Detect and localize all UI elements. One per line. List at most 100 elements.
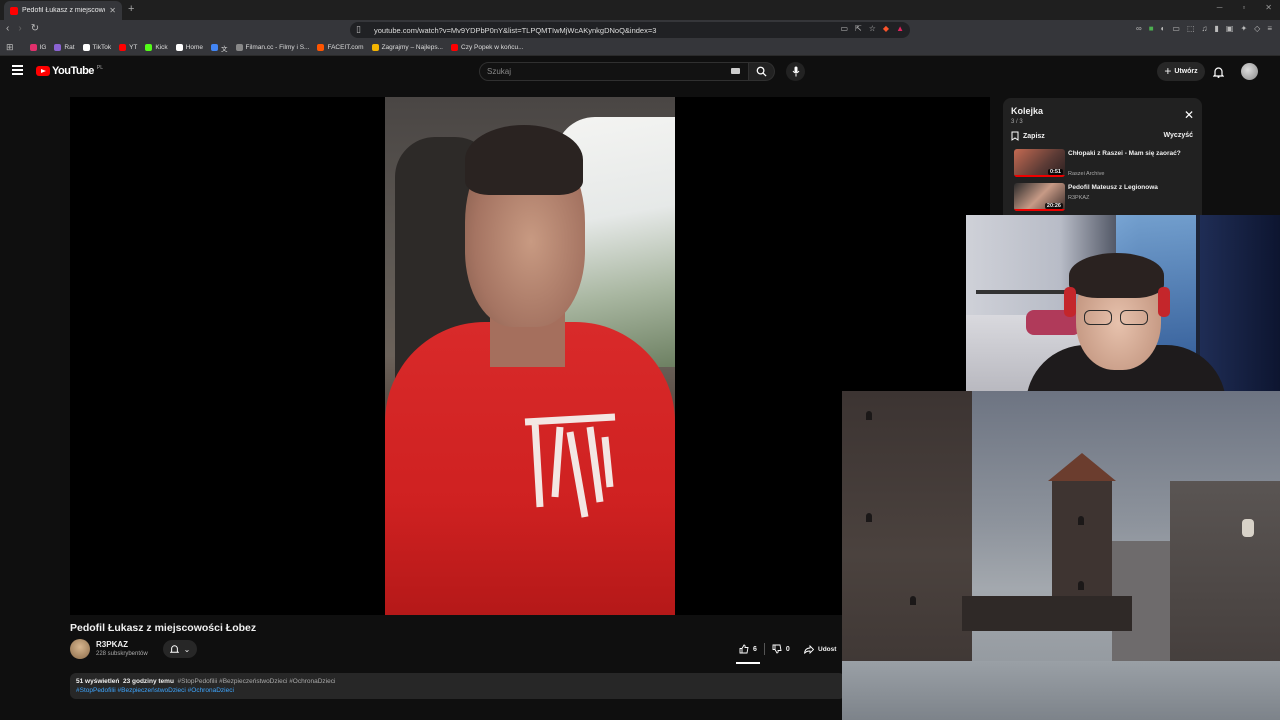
like-count: 6 [753,645,757,653]
bookmark-label: FACEIT.com [327,44,364,51]
music-icon[interactable]: ♫ [1202,24,1208,33]
logo-text: YouTube [52,65,94,77]
queue-item[interactable]: 0:51 Chłopaki z Raszei - Mam się zaorać?… [1014,149,1199,179]
watch-progress [1014,209,1065,211]
wallet-icon[interactable]: ▣ [1226,24,1234,33]
channel-avatar[interactable] [70,639,90,659]
tab-title: Pedofil Łukasz z miejscowości [22,7,105,14]
share-button[interactable]: Udost [804,640,836,658]
forward-icon[interactable]: › [18,23,21,34]
description-box[interactable]: 51 wyświetleń 23 godziny temu #StopPedof… [70,673,845,699]
extension-icon[interactable]: ■ [1149,24,1154,33]
youtube-header: YouTube PL + Utwórz [0,57,1280,87]
voice-search-button[interactable] [786,62,805,81]
queue-title: Kolejka [1011,106,1044,116]
close-icon[interactable]: ✕ [1184,108,1194,122]
building-window [910,596,916,605]
share-page-icon[interactable]: ⇱ [855,24,862,33]
bookmark-label: Rat [64,44,75,51]
new-tab-icon[interactable]: + [128,3,134,15]
address-bar[interactable]: ▯ youtube.com/watch?v=Mv9YDPbP0nY&list=T… [350,22,910,38]
bookmarks-bar: ⊞ IG Rat TikTok YT Kick Home 文 Filman.cc… [0,40,1280,56]
hair [465,125,583,195]
keyboard-icon[interactable] [731,68,740,74]
bookmark-label: YT [129,44,138,51]
back-icon[interactable]: ‹ [6,23,9,34]
faceit-icon [317,44,325,51]
alert-icon[interactable]: ▲ [896,24,904,33]
apps-grid-icon[interactable]: ⊞ [6,42,14,53]
tower-window [1078,516,1084,525]
subscription-bell-button[interactable]: ⌄ [163,640,197,658]
bell-icon [1212,67,1225,78]
close-window-icon[interactable]: ✕ [1265,3,1272,12]
maximize-icon[interactable]: ▫ [1242,3,1245,12]
minimize-icon[interactable]: ─ [1217,3,1223,12]
create-button[interactable]: + Utwórz [1157,62,1205,81]
clear-queue-button[interactable]: Wyczyść [1164,132,1193,139]
bookmark-zagrajmy[interactable]: Zagrajmy – Najleps... [371,44,443,51]
account-avatar[interactable] [1241,63,1258,80]
bookmark-yt[interactable]: YT [119,44,137,51]
channel-row: R3PKAZ 228 subskrybentów ⌄ 6 0 Udost [70,638,845,664]
close-tab-icon[interactable]: ✕ [109,6,116,15]
create-label: Utwórz [1174,68,1198,75]
bookmark-translate[interactable]: 文 [211,43,228,53]
bookmark-ig[interactable]: IG [29,44,46,51]
youtube-play-icon [36,66,50,76]
browser-tab[interactable]: Pedofil Łukasz z miejscowości ✕ [4,1,122,20]
view-count: 51 wyświetleń [76,678,120,685]
bookmark-tiktok[interactable]: TikTok [82,44,111,51]
thumbs-down-icon [772,644,782,654]
brave-shield-icon[interactable]: ◆ [883,24,889,33]
tower-window [1078,581,1084,590]
building-window [866,513,872,522]
bookmark-kick[interactable]: Kick [145,44,168,51]
queue-item[interactable]: 20:26 Pedofil Mateusz z Legionowa R3PKAZ [1014,183,1199,213]
extensions-icon[interactable]: ✦ [1240,24,1247,33]
menu-icon[interactable]: ≡ [1267,24,1272,33]
like-button[interactable]: 6 [735,640,761,658]
notifications-button[interactable] [1212,65,1225,83]
like-dislike-group: 6 0 [735,640,794,658]
bookmark-home[interactable]: Home [175,44,203,51]
like-indicator [736,662,760,664]
bookmark-icon [54,44,62,51]
search-button[interactable] [749,62,775,81]
video-frame [385,97,675,615]
extension-icon[interactable]: ∞ [1136,24,1142,33]
bookmark-filman[interactable]: Filman.cc - Filmy i S... [235,44,309,51]
reload-icon[interactable]: ↻ [31,23,39,34]
hashtag-links[interactable]: #StopPedofilii #BezpieczeństwoDzieci #Oc… [76,687,839,694]
dislike-button[interactable]: 0 [768,640,794,658]
save-queue-button[interactable]: Zapisz [1011,131,1045,141]
sidebar-icon[interactable]: ▮ [1215,24,1219,33]
search-input[interactable] [487,67,687,76]
cast-icon[interactable]: ▭ [840,24,848,33]
bookmark-popek[interactable]: Czy Popek w końcu... [451,44,524,51]
headset-right [1158,287,1170,317]
extension-icon[interactable]: ⬚ [1187,24,1195,33]
youtube-icon [119,44,127,51]
star-icon[interactable]: ☆ [869,24,876,33]
queue-item-title: Chłopaki z Raszei - Mam się zaorać? [1068,150,1181,157]
chevron-down-icon: ⌄ [183,644,191,654]
queue-item-title: Pedofil Mateusz z Legionowa [1068,184,1158,191]
channel-name[interactable]: R3PKAZ [96,640,128,649]
youtube-logo[interactable]: YouTube PL [36,65,103,77]
share-label: Udost [818,645,837,653]
queue-thumbnail: 0:51 [1014,149,1065,177]
bookmark-faceit[interactable]: FACEIT.com [317,44,364,51]
bookmark-page-icon[interactable]: ▯ [356,24,361,35]
hamburger-menu-icon[interactable] [12,65,23,75]
bookmark-rat[interactable]: Rat [54,44,75,51]
bookmark-label: Czy Popek w końcu... [461,44,524,51]
video-title: Pedofil Łukasz z miejscowości Łobez [70,622,257,634]
vpn-icon[interactable]: ◇ [1254,24,1260,33]
watch-progress [1014,175,1065,177]
queue-item-channel: R3PKAZ [1068,195,1090,201]
extension-icon[interactable]: ▭ [1172,24,1180,33]
description-meta: 51 wyświetleń 23 godziny temu #StopPedof… [76,678,839,685]
extension-icon[interactable]: ◐ [1161,24,1166,33]
search-box [479,62,749,81]
